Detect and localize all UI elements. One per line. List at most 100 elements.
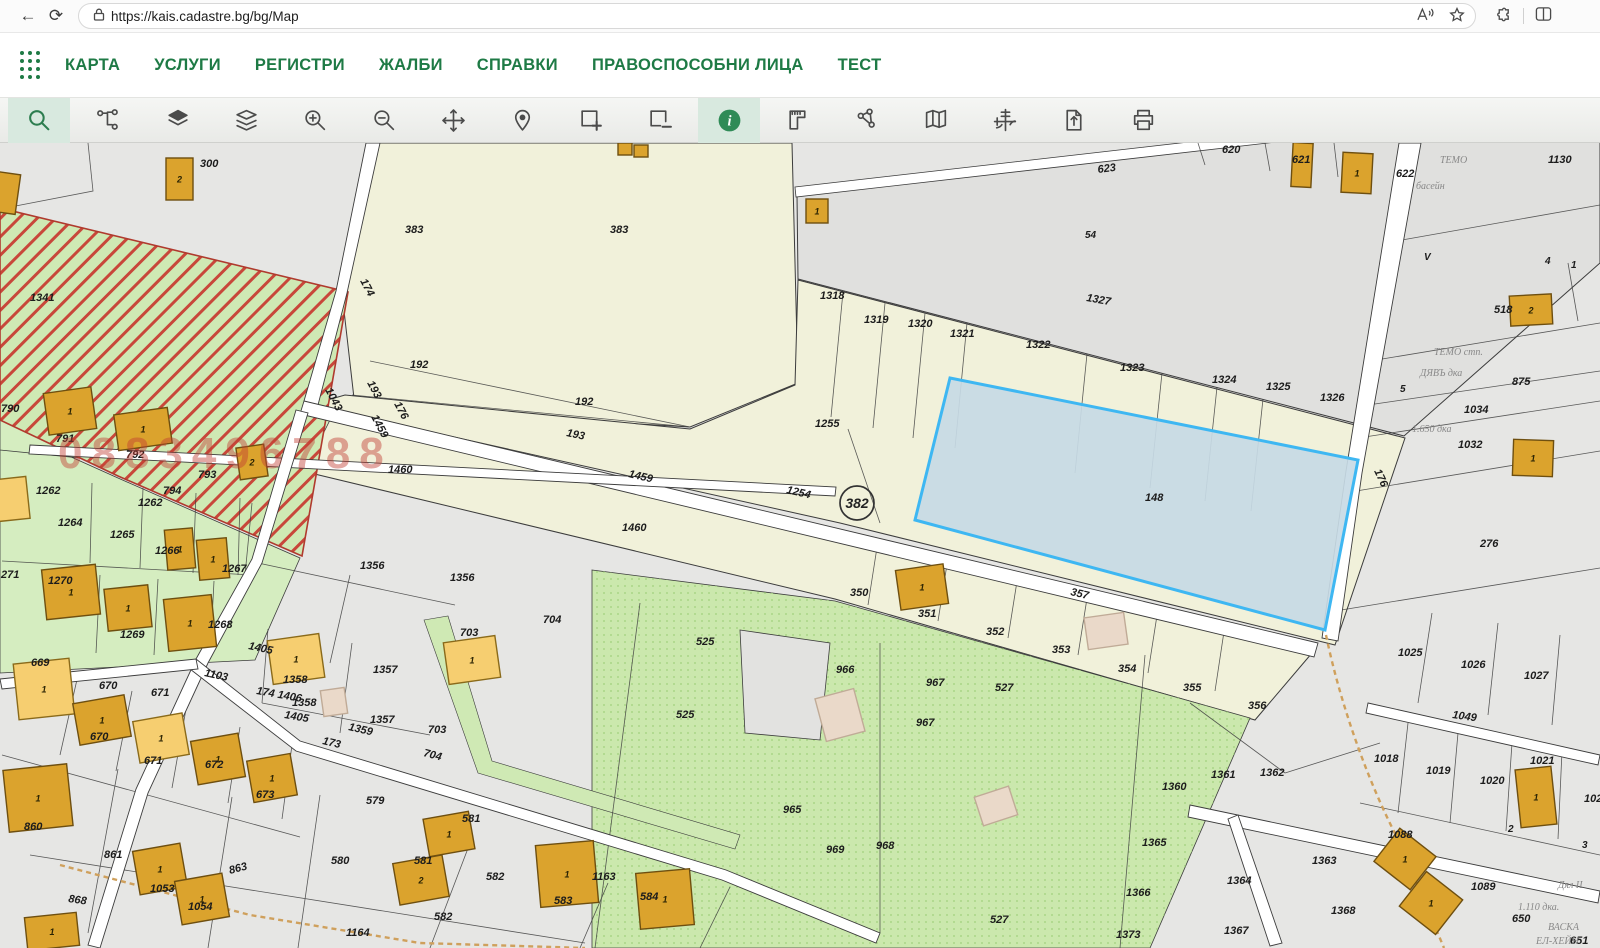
address-bar[interactable]: https://kais.cadastre.bg/bg/Map — [78, 3, 1476, 29]
parcel-label-1326: 1326 — [1320, 392, 1345, 404]
map-viewport[interactable]: 382 21121111112111111111111111112111 300… — [0, 143, 1600, 948]
tool-route-button[interactable] — [77, 98, 139, 143]
tool-extent-remove-button[interactable] — [629, 98, 691, 143]
tool-extent-add-button[interactable] — [560, 98, 622, 143]
parcel-label-1268: 1268 — [208, 619, 233, 631]
read-aloud-icon[interactable] — [1417, 7, 1435, 25]
parcel-label-1356: 1356 — [450, 572, 475, 584]
tool-layers-button[interactable] — [146, 98, 208, 143]
favorite-star-icon[interactable] — [1449, 7, 1465, 26]
parcel-label-968: 968 — [876, 840, 895, 852]
tool-measure-button[interactable] — [767, 98, 829, 143]
menu-item-spravki[interactable]: СПРАВКИ — [477, 56, 558, 75]
parcel-label-1054: 1054 — [188, 901, 212, 913]
parcel-label-1: 1 — [1571, 260, 1577, 271]
parcel-label-1130: 1130 — [1548, 154, 1573, 166]
parcel-label-967: 967 — [926, 677, 945, 689]
parcel-label-581: 581 — [414, 855, 432, 867]
menu-item-karta[interactable]: КАРТА — [65, 56, 120, 75]
tool-export-button[interactable] — [1043, 98, 1105, 143]
tool-topology-button[interactable] — [836, 98, 898, 143]
parcel-label-192: 192 — [575, 396, 593, 408]
tool-location-button[interactable] — [491, 98, 553, 143]
extensions-icon[interactable] — [1495, 6, 1512, 27]
browser-refresh-button[interactable]: ⟳ — [42, 2, 70, 30]
route-icon — [95, 107, 122, 134]
parcel-label-1018: 1018 — [1374, 753, 1399, 765]
parcel-label-5: 5 — [1400, 384, 1406, 395]
parcel-label-351: 351 — [918, 608, 936, 620]
tool-layers-stack-button[interactable] — [215, 98, 277, 143]
layers-stack-icon — [233, 107, 260, 134]
menu-item-test[interactable]: ТЕСТ — [838, 56, 882, 75]
parcel-label-1264: 1264 — [58, 517, 82, 529]
parcel-label-1025: 1025 — [1398, 647, 1423, 659]
parcel-label-579: 579 — [366, 795, 385, 807]
map-sheets-icon — [923, 107, 950, 134]
tool-zoom-in-button[interactable] — [284, 98, 346, 143]
svg-text:i: i — [727, 114, 731, 130]
parcel-label-584: 584 — [640, 891, 658, 903]
tool-zoom-out-button[interactable] — [353, 98, 415, 143]
pan-icon — [440, 107, 467, 134]
map-annotation: басейн — [1416, 181, 1445, 192]
tool-map-sheets-button[interactable] — [905, 98, 967, 143]
building-number: 1 — [1530, 454, 1535, 464]
tool-search-button[interactable] — [8, 98, 70, 143]
tool-coordinates-button[interactable] — [974, 98, 1036, 143]
parcel-label-967: 967 — [916, 717, 935, 729]
parcel-label-794: 794 — [163, 485, 181, 497]
building-number: 1 — [564, 870, 569, 880]
parcel-label-276: 276 — [1479, 538, 1499, 550]
building-number: 1 — [99, 716, 104, 726]
building-number: 2 — [176, 175, 182, 185]
parcel-label-1357: 1357 — [373, 664, 398, 676]
building-number: 1 — [269, 774, 274, 784]
parcel-label-1027: 1027 — [1524, 670, 1549, 682]
menu-item-uslugi[interactable]: УСЛУГИ — [154, 56, 221, 75]
parcel-label-525: 525 — [676, 709, 695, 721]
parcel-label-148: 148 — [1145, 492, 1164, 504]
menu-item-registri[interactable]: РЕГИСТРИ — [255, 56, 345, 75]
parcel-label-356: 356 — [1248, 700, 1267, 712]
building-number: 1 — [35, 794, 40, 804]
building-number: 1 — [1402, 855, 1407, 865]
parcel-label-1088: 1088 — [1388, 829, 1413, 841]
split-screen-icon[interactable] — [1535, 6, 1552, 26]
parcel-label-1363: 1363 — [1312, 855, 1336, 867]
parcel-label-1019: 1019 — [1426, 765, 1451, 777]
menu-item-zhalbi[interactable]: ЖАЛБИ — [379, 56, 443, 75]
parcel-label-582: 582 — [434, 911, 452, 923]
tool-info-button[interactable]: i — [698, 98, 760, 143]
menu-item-pravosposobni-litsa[interactable]: ПРАВОСПОСОБНИ ЛИЦА — [592, 56, 804, 75]
apps-grid-icon[interactable] — [20, 51, 41, 80]
building-number: 1 — [1354, 169, 1359, 179]
parcel-label-1360: 1360 — [1162, 781, 1187, 793]
parcel-label-1319: 1319 — [864, 314, 889, 326]
parcel-label-1255: 1255 — [815, 418, 840, 430]
building — [0, 476, 30, 521]
export-icon — [1061, 107, 1088, 134]
building-number: 1 — [662, 895, 667, 905]
building-number: 1 — [446, 830, 451, 840]
coordinates-icon — [992, 107, 1019, 134]
parcel-label-1020: 1020 — [1480, 775, 1505, 787]
tool-print-button[interactable] — [1112, 98, 1174, 143]
parcel-label-965: 965 — [783, 804, 802, 816]
print-icon — [1130, 107, 1157, 134]
parcel-label-1361: 1361 — [1211, 769, 1235, 781]
parcel-label-1323: 1323 — [1120, 362, 1144, 374]
building-number: 1 — [210, 555, 215, 565]
parcel-label-383: 383 — [610, 224, 628, 236]
tool-pan-button[interactable] — [422, 98, 484, 143]
building-number: 1 — [293, 655, 298, 665]
building-number: 2 — [417, 876, 423, 886]
cadastral-map[interactable]: 382 21121111112111111111111111112111 300… — [0, 143, 1600, 948]
browser-back-button[interactable]: ← — [14, 2, 42, 30]
building-number: 1 — [158, 734, 163, 744]
location-icon — [509, 107, 536, 134]
parcel-label-1053: 1053 — [150, 883, 174, 895]
url-text[interactable]: https://kais.cadastre.bg/bg/Map — [111, 9, 1403, 24]
parcel-label-1265: 1265 — [110, 529, 135, 541]
parcel-label-1262: 1262 — [36, 485, 60, 497]
